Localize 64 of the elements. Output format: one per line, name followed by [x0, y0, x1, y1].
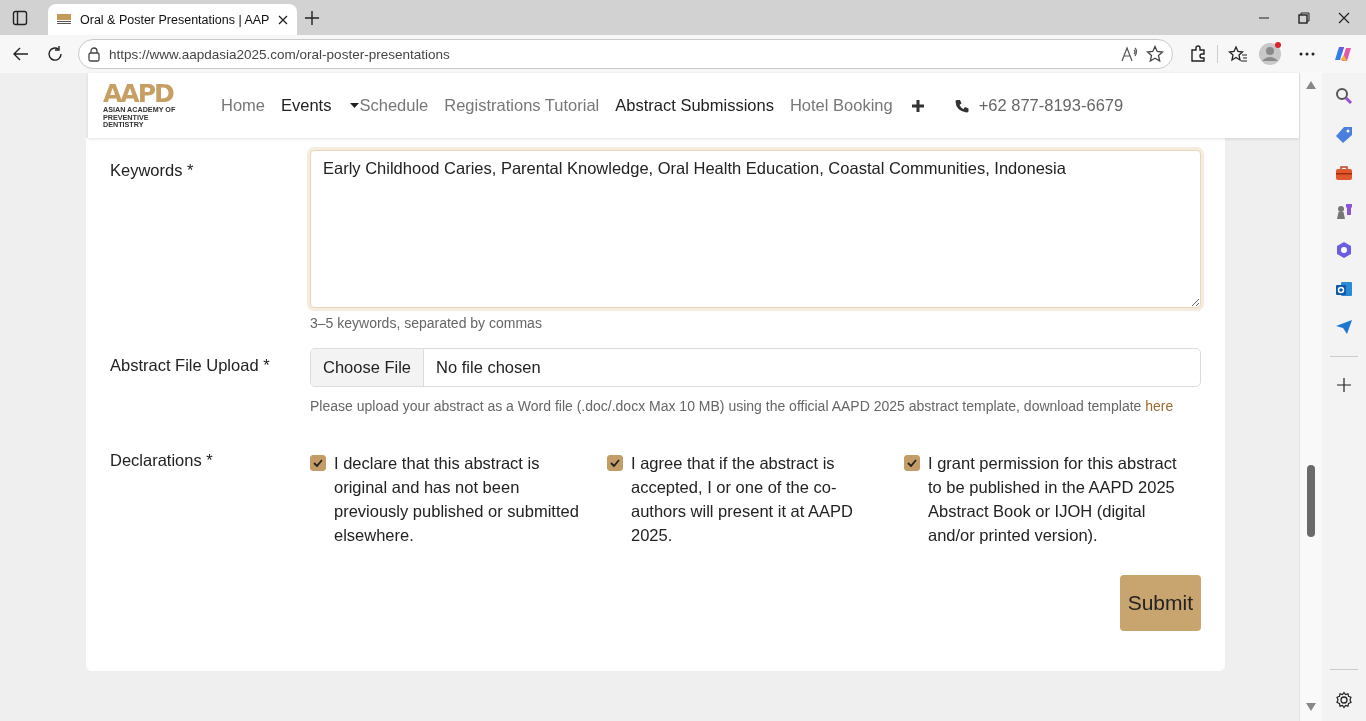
keywords-field[interactable]: Early Childhood Caries, Parental Knowledge, Oral Health Education, Coastal Communities, Indonesia [310, 150, 1201, 308]
nav-link[interactable]: Schedule [359, 96, 429, 115]
checkmark-icon [907, 459, 917, 467]
tag-icon[interactable] [1335, 126, 1353, 144]
add-icon[interactable] [1337, 378, 1351, 392]
checkbox[interactable] [904, 455, 920, 471]
favorites-icon[interactable] [1228, 45, 1248, 63]
file-field[interactable]: Choose File No file chosen [310, 348, 1201, 387]
tab-title: Oral & Poster Presentations | AAP [80, 12, 270, 27]
scroll-down-icon[interactable] [1306, 703, 1316, 711]
declaration-text: I grant permission for this abstract to be published in the AAPD 2025 Abstract Book or IJOH (digital and/or printed version). [928, 453, 1178, 546]
choose-file-button[interactable]: Choose File [311, 349, 425, 386]
search-icon[interactable] [1335, 87, 1353, 105]
field-label: Abstract File Upload [110, 356, 259, 374]
browser-tab[interactable]: Oral & Poster Presentations | AAP [48, 4, 298, 35]
scroll-up-icon[interactable] [1306, 81, 1316, 89]
url-text: https://www.aapdasia2025.com/oral-poster-presentations [109, 46, 451, 62]
favorite-star-icon[interactable] [1146, 45, 1164, 63]
extensions-icon[interactable] [1189, 45, 1207, 63]
address-bar[interactable]: https://www.aapdasia2025.com/oral-poster-presentations [78, 39, 1173, 69]
checkmark-icon [610, 459, 620, 467]
required-asterisk: * [263, 356, 270, 374]
settings-icon[interactable] [1335, 691, 1353, 709]
keywords-hint: 3–5 keywords, separated by commas [310, 315, 543, 331]
phone-number[interactable]: +62 877-8193-6679 [978, 96, 1124, 115]
nav-link[interactable]: Home [221, 96, 265, 115]
file-status: No file chosen [435, 357, 542, 378]
upload-help-text: Please upload your abstract as a Word file (.doc/.docx Max 10 MB) using the official AAPD 2025 abstract template, download template here [310, 397, 1175, 416]
profile-avatar-icon[interactable] [1258, 42, 1282, 66]
mail-app-icon[interactable] [1335, 280, 1353, 298]
close-icon[interactable] [277, 13, 290, 26]
back-icon[interactable] [12, 45, 30, 63]
caret-down-icon[interactable] [350, 103, 360, 108]
restore-icon[interactable] [1298, 11, 1310, 24]
copilot-icon[interactable] [1332, 44, 1354, 64]
refresh-icon[interactable] [46, 45, 64, 63]
sidebar-toggle-icon[interactable] [12, 9, 28, 26]
checkbox[interactable] [607, 455, 623, 471]
close-icon[interactable] [1338, 11, 1350, 24]
template-link[interactable]: here [1145, 398, 1174, 414]
office-app-icon[interactable] [1335, 241, 1353, 259]
plus-icon[interactable] [910, 98, 925, 113]
scrollbar-thumb[interactable] [1307, 465, 1315, 537]
nav-link[interactable]: Hotel Booking [789, 96, 893, 115]
required-asterisk: * [206, 451, 213, 469]
read-aloud-icon[interactable] [1120, 46, 1138, 62]
more-icon[interactable] [1298, 52, 1316, 56]
lock-icon[interactable] [87, 46, 101, 62]
required-asterisk: * [187, 161, 194, 179]
declaration-text: I agree that if the abstract is accepted, I or one of the co-authors will present it at AAPD 2025. [631, 453, 854, 546]
nav-link[interactable]: Registrations Tutorial [444, 96, 600, 115]
chess-pieces-icon[interactable] [1335, 202, 1353, 220]
toolbox-icon[interactable] [1335, 165, 1353, 181]
checkmark-icon [313, 459, 323, 467]
field-label: Declarations [110, 451, 202, 469]
field-label: Keywords [110, 161, 183, 179]
declaration-text: I declare that this abstract is original and has not been previously published or submitted elsewhere. [334, 453, 580, 546]
new-tab-icon[interactable] [305, 10, 320, 25]
checkbox[interactable] [310, 455, 326, 471]
submit-button[interactable]: Submit [1119, 575, 1201, 631]
phone-icon [954, 98, 969, 113]
nav-link[interactable]: Events [281, 96, 348, 115]
nav-link[interactable]: Abstract Submissions [615, 96, 774, 115]
send-icon[interactable] [1335, 319, 1353, 335]
